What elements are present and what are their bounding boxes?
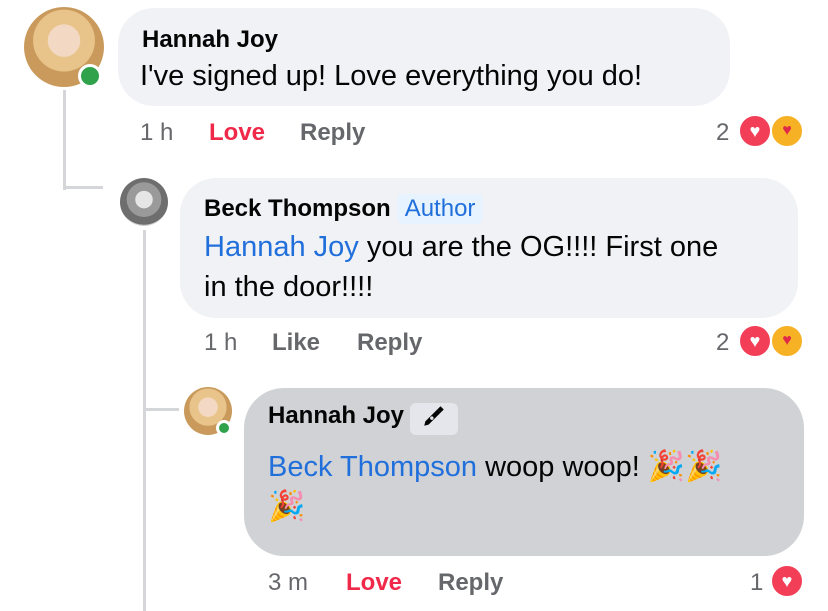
comment-text: Hannah Joy you are the OG!!!! First one … [204, 227, 784, 307]
love-reaction-button[interactable]: Love [209, 119, 265, 147]
comment-author[interactable]: Hannah Joy [268, 402, 404, 429]
reply-button[interactable]: Reply [357, 329, 422, 357]
party-popper-icon: 🎉 [268, 490, 306, 523]
comment-text-line: you are the OG!!!! First one [358, 231, 719, 263]
comment-bubble: Hannah Joy I've signed up! Love everythi… [118, 8, 730, 106]
reaction-count[interactable]: 1 [750, 569, 763, 597]
party-popper-icon: 🎉 [647, 450, 686, 483]
love-reaction-button[interactable]: Love [346, 569, 402, 597]
reaction-count[interactable]: 2 [716, 329, 729, 357]
thread-line [63, 90, 66, 190]
reaction-count[interactable]: 2 [716, 119, 729, 147]
comment-text: Beck Thompson woop woop! 🎉🎉 🎉 [268, 447, 788, 527]
comment-author[interactable]: Beck Thompson [204, 195, 391, 222]
avatar[interactable] [120, 178, 168, 226]
party-popper-icon: 🎉 [685, 450, 723, 483]
mention-link[interactable]: Hannah Joy [204, 231, 359, 263]
like-button[interactable]: Like [272, 329, 320, 357]
comment-author[interactable]: Hannah Joy [142, 26, 278, 54]
comment-bubble: Hannah Joy Beck Thompson woop woop! 🎉🎉 🎉 [244, 388, 804, 556]
comment-bubble: Beck Thompson Author Hannah Joy you are t… [180, 178, 798, 318]
thread-line-curve [143, 408, 179, 411]
mention-link[interactable]: Beck Thompson [268, 451, 477, 483]
care-icon[interactable]: ♥ [770, 114, 804, 148]
care-icon[interactable]: ♥ [770, 324, 804, 358]
heart-icon[interactable]: ♥ [770, 564, 804, 598]
author-badge: Author [396, 194, 484, 224]
thread-line-curve [63, 186, 103, 189]
reply-button[interactable]: Reply [300, 119, 365, 147]
comment-timestamp[interactable]: 1 h [140, 119, 173, 147]
comment-text: I've signed up! Love everything you do! [140, 60, 643, 92]
reply-button[interactable]: Reply [438, 569, 503, 597]
comment-timestamp[interactable]: 1 h [204, 329, 237, 357]
pen-nib-icon [410, 402, 459, 435]
heart-icon[interactable]: ♥ [738, 324, 772, 358]
thread-line [143, 230, 146, 611]
heart-icon[interactable]: ♥ [738, 114, 772, 148]
comment-text-line: in the door!!!! [204, 271, 374, 303]
online-status-icon [216, 420, 232, 436]
online-status-icon [78, 64, 102, 88]
comment-text-line: woop woop! [477, 451, 648, 483]
comment-timestamp[interactable]: 3 m [268, 569, 308, 597]
